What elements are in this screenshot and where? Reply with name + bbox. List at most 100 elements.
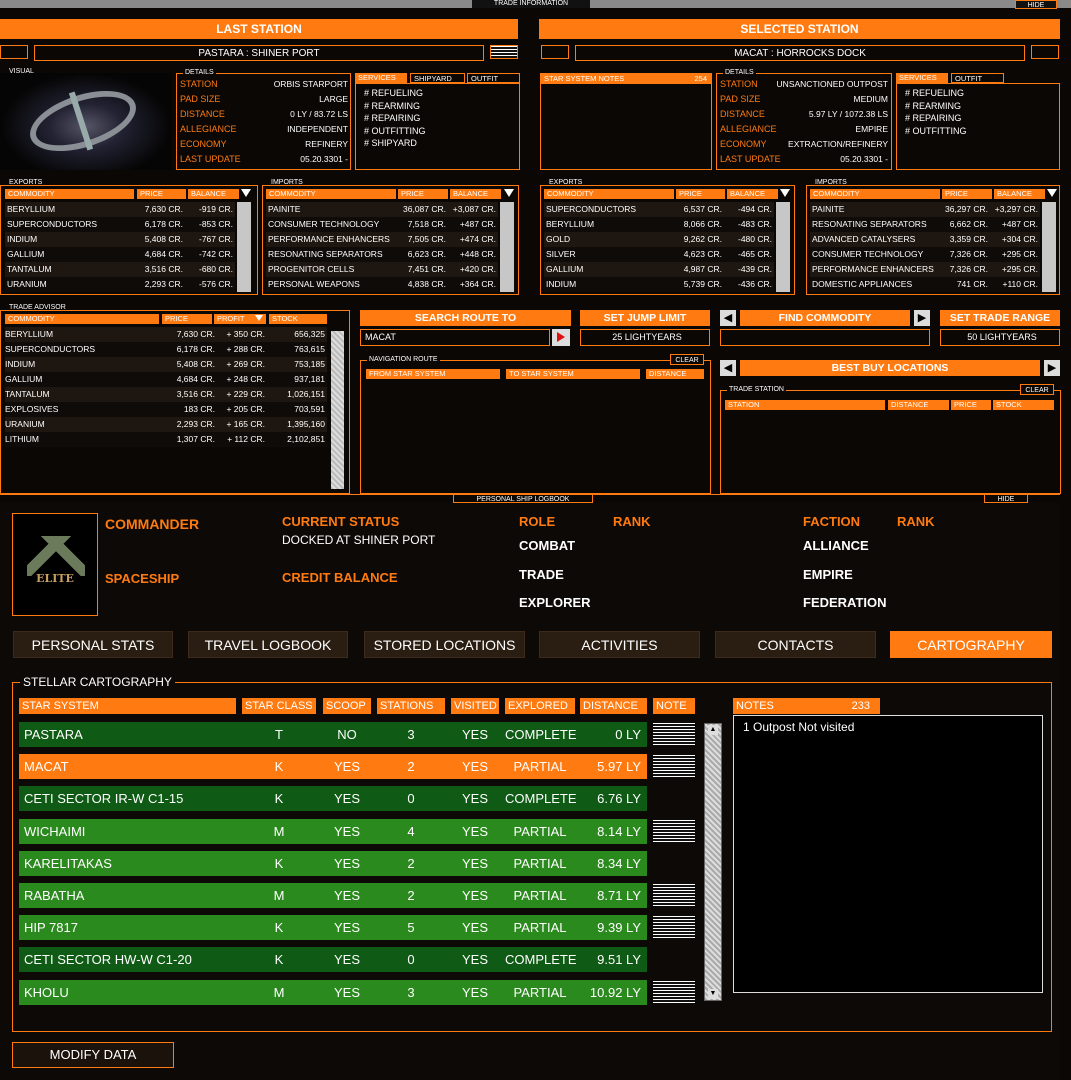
table-row[interactable]: EXPLOSIVES 183 CR. + 205 CR. 703,591 xyxy=(5,402,327,417)
col-explored[interactable]: EXPLORED xyxy=(505,698,575,714)
scrollbar[interactable] xyxy=(500,202,514,292)
search-route-go-icon[interactable] xyxy=(552,329,570,346)
table-row[interactable]: URANIUM 2,293 CR. -576 CR. xyxy=(5,277,235,292)
table-row[interactable]: PROGENITOR CELLS 7,451 CR. +420 CR. xyxy=(266,262,498,277)
note-thumbnail[interactable] xyxy=(653,819,695,842)
tab-outfit[interactable]: OUTFIT xyxy=(951,73,1004,83)
col-distance[interactable]: DISTANCE xyxy=(646,369,704,379)
tab-stored-locations[interactable]: STORED LOCATIONS xyxy=(364,631,525,658)
table-row[interactable]: GALLIUM 4,684 CR. + 248 CR. 937,181 xyxy=(5,372,327,387)
search-route-button[interactable]: SEARCH ROUTE TO xyxy=(360,310,571,326)
notes-box[interactable]: 1 Outpost Not visited xyxy=(733,715,1043,993)
table-row[interactable]: TANTALUM 3,516 CR. -680 CR. xyxy=(5,262,235,277)
col-station[interactable]: STATION xyxy=(725,400,885,410)
scrollbar[interactable] xyxy=(776,202,790,292)
col-commodity[interactable]: COMMODITY xyxy=(810,189,940,199)
note-thumbnail[interactable] xyxy=(653,884,695,906)
table-row[interactable]: INDIUM 5,408 CR. + 269 CR. 753,185 xyxy=(5,357,327,372)
col-balance[interactable]: BALANCE xyxy=(994,189,1045,199)
col-price[interactable]: PRICE xyxy=(398,189,448,199)
table-row[interactable]: PERFORMANCE ENHANCERS 7,326 CR. +295 CR. xyxy=(810,262,1040,277)
col-price[interactable]: PRICE xyxy=(137,189,186,199)
note-thumbnail[interactable] xyxy=(653,723,695,745)
note-thumbnail[interactable] xyxy=(653,980,695,1003)
hide-button[interactable]: HIDE xyxy=(1015,0,1057,9)
tab-cartography[interactable]: CARTOGRAPHY xyxy=(890,631,1052,658)
note-thumbnail[interactable] xyxy=(653,755,695,778)
sort-icon[interactable] xyxy=(504,189,514,197)
table-row[interactable]: SUPERCONDUCTORS 6,178 CR. -853 CR. xyxy=(5,217,235,232)
col-commodity[interactable]: COMMODITY xyxy=(266,189,396,199)
col-price[interactable]: PRICE xyxy=(951,400,991,410)
tab-travel-logbook[interactable]: TRAVEL LOGBOOK xyxy=(188,631,348,658)
modify-data-button[interactable]: MODIFY DATA xyxy=(12,1042,174,1068)
best-buy-locations-button[interactable]: BEST BUY LOCATIONS xyxy=(740,360,1040,376)
selected-station-right-btn[interactable] xyxy=(1031,45,1059,59)
logbook-hide-button[interactable]: HIDE xyxy=(984,494,1028,503)
col-balance[interactable]: BALANCE xyxy=(727,189,778,199)
tab-services[interactable]: SERVICES xyxy=(896,73,948,83)
table-row[interactable]: URANIUM 2,293 CR. + 165 CR. 1,395,160 xyxy=(5,417,327,432)
selected-station-left-btn[interactable] xyxy=(541,45,569,59)
tab-shipyard[interactable]: SHIPYARD xyxy=(410,73,465,83)
col-stock[interactable]: STOCK xyxy=(269,314,327,324)
table-row[interactable]: BERYLLIUM 7,630 CR. -919 CR. xyxy=(5,202,235,217)
next-arrow-icon[interactable]: ▶ xyxy=(914,310,930,326)
col-visited[interactable]: VISITED xyxy=(451,698,499,714)
table-row[interactable]: SUPERCONDUCTORS 6,537 CR. -494 CR. xyxy=(544,202,774,217)
last-station-left-btn[interactable] xyxy=(0,45,28,59)
table-row[interactable]: PERSONAL WEAPONS 4,838 CR. +364 CR. xyxy=(266,277,498,292)
table-row[interactable]: INDIUM 5,408 CR. -767 CR. xyxy=(5,232,235,247)
table-row[interactable]: CONSUMER TECHNOLOGY 7,518 CR. +487 CR. xyxy=(266,217,498,232)
tab-outfit[interactable]: OUTFIT xyxy=(467,73,520,83)
col-price[interactable]: PRICE xyxy=(942,189,992,199)
table-row[interactable]: RESONATING SEPARATORS 6,623 CR. +448 CR. xyxy=(266,247,498,262)
tab-activities[interactable]: ACTIVITIES xyxy=(539,631,700,658)
table-row[interactable]: ADVANCED CATALYSERS 3,359 CR. +304 CR. xyxy=(810,232,1040,247)
table-row[interactable]: SUPERCONDUCTORS 6,178 CR. + 288 CR. 763,615 xyxy=(5,342,327,357)
table-row[interactable]: DOMESTIC APPLIANCES 741 CR. +110 CR. xyxy=(810,277,1040,292)
table-row[interactable]: GOLD 9,262 CR. -480 CR. xyxy=(544,232,774,247)
table-row[interactable]: CONSUMER TECHNOLOGY 7,326 CR. +295 CR. xyxy=(810,247,1040,262)
table-row[interactable]: SILVER 4,623 CR. -465 CR. xyxy=(544,247,774,262)
table-row[interactable]: PERFORMANCE ENHANCERS 7,505 CR. +474 CR. xyxy=(266,232,498,247)
scroll-up-icon[interactable]: ▲ xyxy=(708,725,718,735)
col-distance[interactable]: DISTANCE xyxy=(580,698,647,714)
last-station-thumb[interactable] xyxy=(490,45,518,59)
col-balance[interactable]: BALANCE xyxy=(450,189,501,199)
tab-services[interactable]: SERVICES xyxy=(355,73,407,83)
table-row[interactable]: GALLIUM 4,684 CR. -742 CR. xyxy=(5,247,235,262)
col-commodity[interactable]: COMMODITY xyxy=(5,189,134,199)
prev-arrow-icon[interactable]: ◀ xyxy=(720,310,736,326)
col-price[interactable]: PRICE xyxy=(676,189,725,199)
col-distance[interactable]: DISTANCE xyxy=(888,400,949,410)
col-stock[interactable]: STOCK xyxy=(993,400,1054,410)
scrollbar[interactable] xyxy=(1042,202,1056,292)
best-buy-next-icon[interactable]: ▶ xyxy=(1044,360,1060,376)
col-star-system[interactable]: STAR SYSTEM xyxy=(19,698,236,714)
search-route-input[interactable]: MACAT xyxy=(360,329,550,346)
scrollbar[interactable] xyxy=(331,331,344,489)
note-thumbnail[interactable] xyxy=(653,916,695,939)
table-row[interactable]: GALLIUM 4,987 CR. -439 CR. xyxy=(544,262,774,277)
sort-icon[interactable] xyxy=(255,315,263,321)
col-balance[interactable]: BALANCE xyxy=(188,189,239,199)
col-commodity[interactable]: COMMODITY xyxy=(544,189,674,199)
jump-limit-input[interactable]: 25 LIGHTYEARS xyxy=(580,329,710,346)
table-row[interactable]: BERYLLIUM 7,630 CR. + 350 CR. 656,325 xyxy=(5,327,327,342)
set-trade-range-button[interactable]: SET TRADE RANGE xyxy=(940,310,1060,326)
trade-station-clear-button[interactable]: CLEAR xyxy=(1020,384,1054,395)
col-note[interactable]: NOTE xyxy=(653,698,695,714)
table-row[interactable]: PAINITE 36,087 CR. +3,087 CR. xyxy=(266,202,498,217)
col-from-star-system[interactable]: FROM STAR SYSTEM xyxy=(366,369,500,379)
table-row[interactable]: TANTALUM 3,516 CR. + 229 CR. 1,026,151 xyxy=(5,387,327,402)
table-row[interactable]: BERYLLIUM 8,066 CR. -483 CR. xyxy=(544,217,774,232)
tab-personal-stats[interactable]: PERSONAL STATS xyxy=(13,631,173,658)
sort-icon[interactable] xyxy=(780,189,790,197)
best-buy-prev-icon[interactable]: ◀ xyxy=(720,360,736,376)
table-row[interactable]: INDIUM 5,739 CR. -436 CR. xyxy=(544,277,774,292)
sort-icon[interactable] xyxy=(1047,189,1057,197)
col-to-star-system[interactable]: TO STAR SYSTEM xyxy=(506,369,640,379)
trade-range-input[interactable]: 50 LIGHTYEARS xyxy=(940,329,1060,346)
scroll-down-icon[interactable]: ▼ xyxy=(708,989,718,999)
